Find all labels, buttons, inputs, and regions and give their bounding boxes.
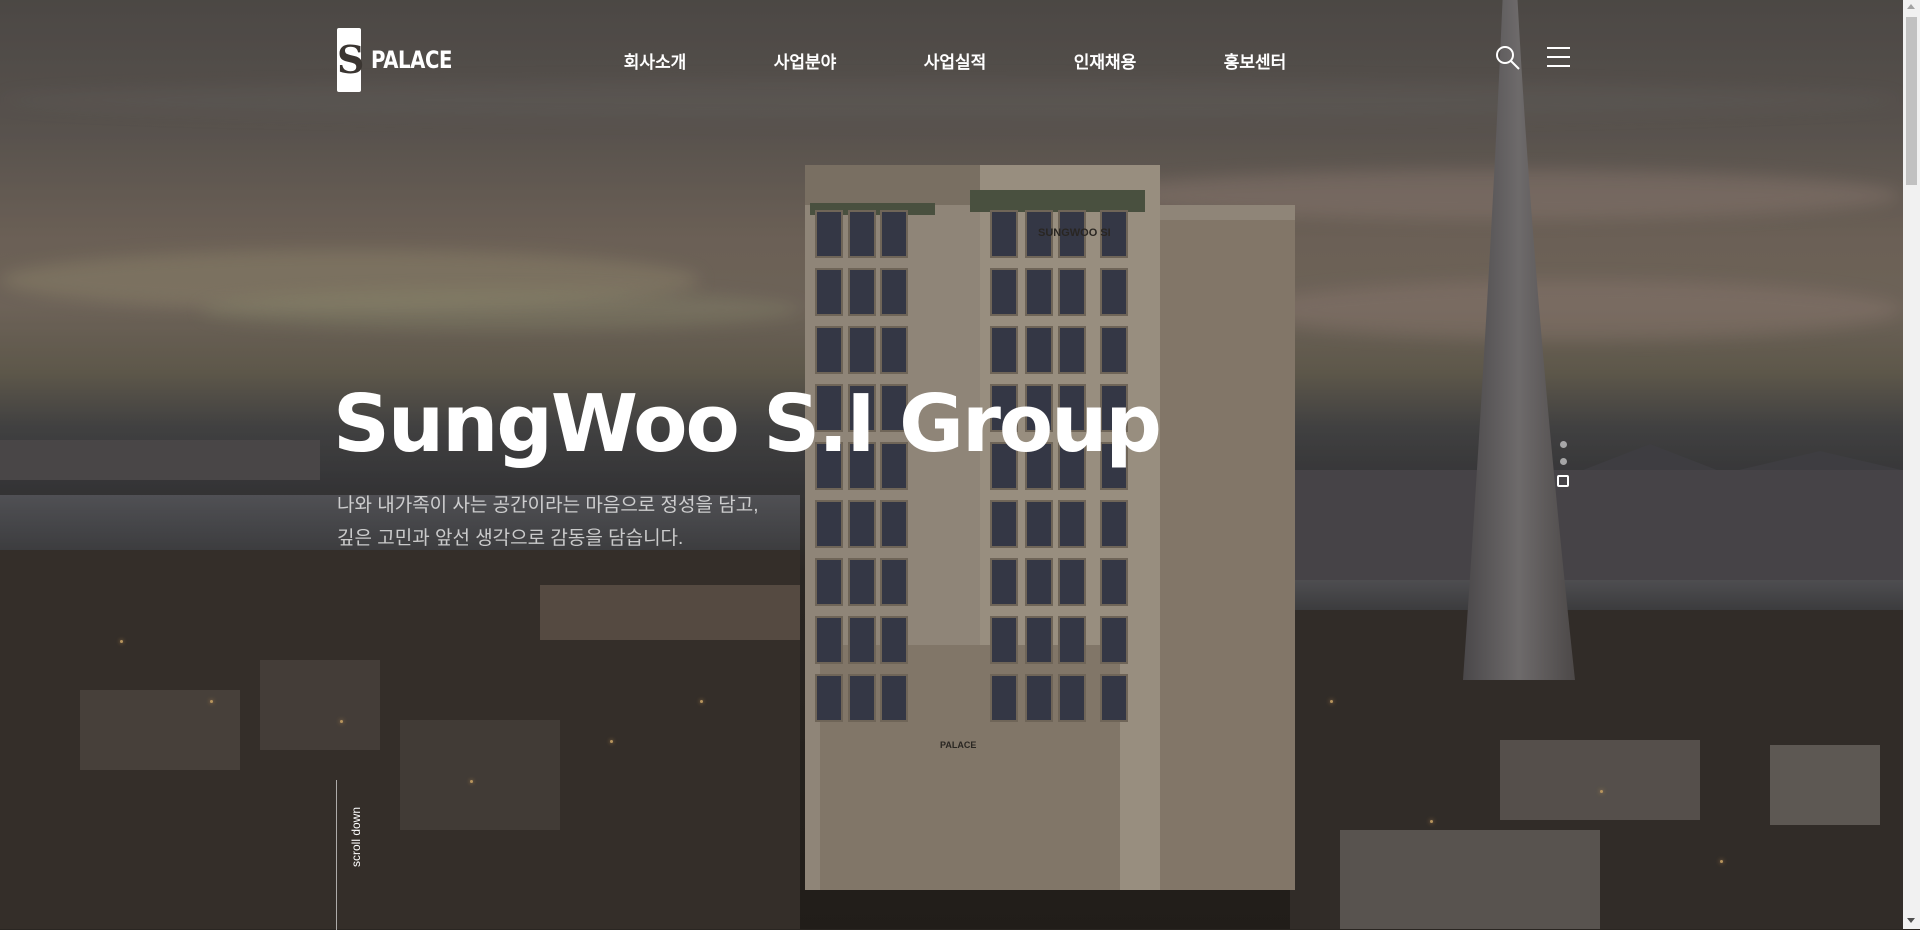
scroll-down-hint[interactable]: scroll down: [336, 780, 363, 930]
nav-item-results[interactable]: 사업실적: [880, 48, 1030, 73]
hamburger-menu-icon[interactable]: [1544, 44, 1572, 72]
scroll-down-arrow-icon[interactable]: [1907, 918, 1915, 923]
slide-dot-3-active[interactable]: [1557, 475, 1569, 487]
hero-subtitle: 나와 내가족이 사는 공간이라는 마음으로 정성을 담고, 깊은 고민과 앞선 …: [337, 489, 759, 555]
nav-item-careers[interactable]: 인재채용: [1030, 48, 1180, 73]
scroll-line: [336, 780, 337, 930]
slide-dot-2[interactable]: [1559, 458, 1567, 465]
vertical-scrollbar[interactable]: [1903, 0, 1920, 929]
site-header: S PALACE 회사소개 사업분야 사업실적 인재채용 홍보센터: [0, 0, 1903, 120]
hero-title: SungWoo S.I Group: [333, 378, 1162, 470]
nav-item-company[interactable]: 회사소개: [580, 48, 730, 73]
nav-item-business[interactable]: 사업분야: [730, 48, 880, 73]
search-icon[interactable]: [1494, 44, 1522, 72]
scrollbar-thumb[interactable]: [1906, 17, 1917, 185]
nav-item-pr-center[interactable]: 홍보센터: [1180, 48, 1330, 73]
slide-pager: [1557, 441, 1569, 487]
hero-subtitle-line: 깊은 고민과 앞선 생각으로 감동을 담습니다.: [337, 528, 684, 549]
slide-dot-1[interactable]: [1559, 441, 1567, 448]
scroll-up-arrow-icon[interactable]: [1907, 4, 1915, 9]
main-nav: 회사소개 사업분야 사업실적 인재채용 홍보센터: [580, 48, 1330, 73]
header-utilities: [1494, 44, 1572, 72]
brand-logo[interactable]: S PALACE: [337, 28, 470, 92]
hero-subtitle-line: 나와 내가족이 사는 공간이라는 마음으로 정성을 담고,: [337, 495, 759, 516]
brand-name: PALACE: [371, 46, 453, 74]
scroll-down-label: scroll down: [349, 806, 363, 868]
logo-mark: S: [337, 28, 364, 92]
